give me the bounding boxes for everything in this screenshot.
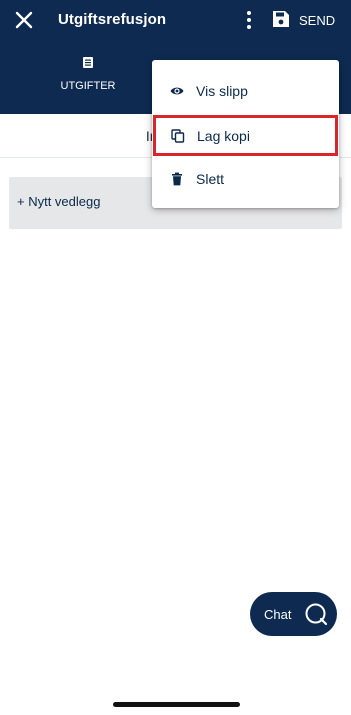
copy-icon [171, 128, 185, 143]
chat-bubble-icon [304, 602, 328, 626]
send-button[interactable]: SEND [272, 8, 342, 32]
menu-item-label: Slett [196, 171, 225, 187]
menu-item-label: Lag kopi [197, 127, 250, 144]
menu-item-slett[interactable]: Slett [152, 158, 339, 200]
menu-item-vis-slipp[interactable]: Vis slipp [152, 70, 339, 112]
send-label: SEND [299, 12, 336, 28]
home-indicator [113, 702, 240, 707]
floppy-disk-icon [272, 10, 290, 31]
trash-icon [170, 172, 184, 186]
eye-icon [170, 84, 184, 98]
tab-label: UTGIFTER [60, 80, 116, 92]
page-title: Utgiftsrefusjon [58, 11, 167, 28]
close-icon[interactable] [12, 8, 36, 32]
menu-item-lag-kopi[interactable]: Lag kopi [153, 115, 338, 156]
more-vertical-icon[interactable] [241, 9, 257, 31]
list-icon [82, 56, 94, 70]
chat-label: Chat [264, 606, 292, 622]
overflow-menu: Vis slipp Lag kopi Slett [152, 60, 339, 208]
menu-item-label: Vis slipp [196, 83, 248, 99]
chat-button[interactable]: Chat [250, 592, 337, 636]
tab-utgifter[interactable]: UTGIFTER [56, 56, 120, 92]
